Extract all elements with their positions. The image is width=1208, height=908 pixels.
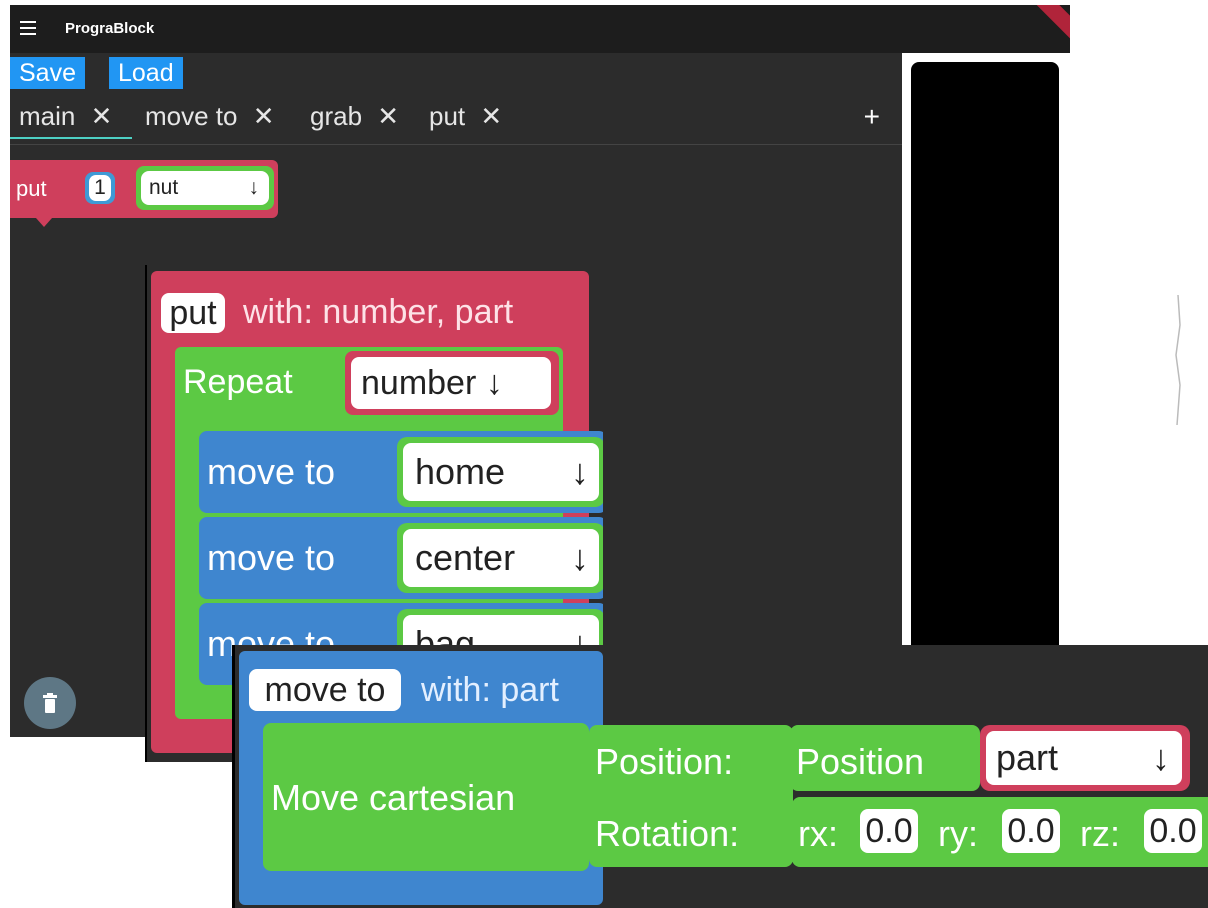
chevron-down-icon: ↓ [485, 364, 503, 402]
rotation-label: Rotation: [595, 813, 740, 854]
position-block-label: Position [796, 741, 925, 782]
number-field[interactable]: 1 [89, 175, 111, 201]
pose-block[interactable]: Position: Rotation: [589, 725, 793, 867]
menu-icon[interactable] [20, 21, 36, 35]
rx-label: rx: [798, 813, 838, 854]
target-value: home [415, 451, 506, 492]
number-value-block[interactable]: 1 [85, 172, 115, 204]
move-cartesian-block[interactable]: Move cartesian [263, 723, 589, 871]
app-bar: PrograBlock [10, 5, 1070, 53]
move-cartesian-label: Move cartesian [271, 777, 516, 818]
target-dropdown[interactable]: home ↓ [403, 443, 599, 501]
position-label: Position: [595, 741, 734, 782]
rz-label: rz: [1080, 813, 1120, 854]
tab-move-to[interactable]: move to ✕ [145, 99, 275, 139]
tab-main[interactable]: main ✕ [10, 99, 132, 139]
tab-close-icon[interactable]: ✕ [377, 101, 399, 131]
tab-label: main [19, 101, 76, 131]
target-value: center [415, 537, 516, 578]
trash-icon [43, 693, 57, 713]
tab-label: move to [145, 101, 238, 131]
part-value-block[interactable]: nut ↓ [136, 166, 274, 210]
procedure-name-field[interactable]: put [161, 293, 225, 333]
chevron-down-icon: ↓ [571, 537, 589, 578]
ry-field[interactable]: 0.0 [1002, 809, 1060, 853]
procedure-name-field[interactable]: move to [249, 669, 401, 711]
save-button[interactable]: Save [10, 57, 85, 89]
tab-put[interactable]: put ✕ [429, 99, 502, 139]
move-to-block-1[interactable]: move to home ↓ [199, 431, 603, 513]
chevron-down-icon: ↓ [248, 176, 260, 199]
resize-handle-icon [1175, 295, 1181, 425]
rotation-block[interactable]: rx: 0.0 ry: 0.0 rz: 0.0 [792, 797, 1208, 867]
tab-close-icon[interactable]: ✕ [253, 101, 275, 131]
load-button[interactable]: Load [109, 57, 183, 89]
repeat-label: Repeat [183, 363, 293, 401]
preview-canvas [911, 62, 1059, 737]
repeat-count-value: number [361, 364, 477, 402]
move-to-definition-inset: move to with: part Move cartesian Positi… [232, 645, 1208, 908]
target-value-block[interactable]: center ↓ [397, 523, 603, 593]
tab-label: put [429, 101, 466, 131]
app-title: PrograBlock [65, 20, 155, 37]
block-keyword: put [16, 176, 47, 201]
chevron-down-icon: ↓ [571, 451, 589, 492]
put-call-block[interactable]: put 1 nut ↓ [10, 160, 278, 227]
target-dropdown[interactable]: center ↓ [403, 529, 599, 587]
part-dropdown[interactable]: nut ↓ [141, 171, 269, 205]
trash-button[interactable] [24, 677, 76, 729]
target-value-block[interactable]: home ↓ [397, 437, 603, 507]
debug-banner [1018, 5, 1070, 43]
part-var-block[interactable]: part ↓ [980, 725, 1190, 791]
robot-preview-panel [902, 53, 1070, 737]
tab-close-icon[interactable]: ✕ [91, 101, 113, 131]
tab-grab[interactable]: grab ✕ [310, 99, 399, 139]
procedure-params: with: number, part [243, 293, 514, 331]
rz-field[interactable]: 0.0 [1144, 809, 1202, 853]
part-dropdown[interactable]: part ↓ [986, 731, 1182, 785]
procedure-params: with: part [421, 671, 559, 709]
tab-bar: main ✕ move to ✕ grab ✕ put ✕ + [10, 93, 902, 145]
block-notch [36, 218, 52, 227]
chevron-down-icon: ↓ [1152, 737, 1170, 778]
part-dropdown-value: nut [149, 176, 179, 199]
repeat-count-block[interactable]: number ↓ [345, 351, 559, 415]
position-block[interactable]: Position [790, 725, 980, 791]
part-value: part [996, 737, 1059, 778]
ry-label: ry: [938, 813, 978, 854]
rx-field[interactable]: 0.0 [860, 809, 918, 853]
tab-label: grab [310, 101, 363, 131]
move-to-label: move to [207, 537, 336, 578]
add-tab-button[interactable]: + [864, 101, 880, 133]
repeat-count-dropdown[interactable]: number ↓ [351, 357, 551, 409]
move-to-block-2[interactable]: move to center ↓ [199, 517, 603, 599]
move-to-label: move to [207, 451, 336, 492]
tab-close-icon[interactable]: ✕ [480, 101, 502, 131]
